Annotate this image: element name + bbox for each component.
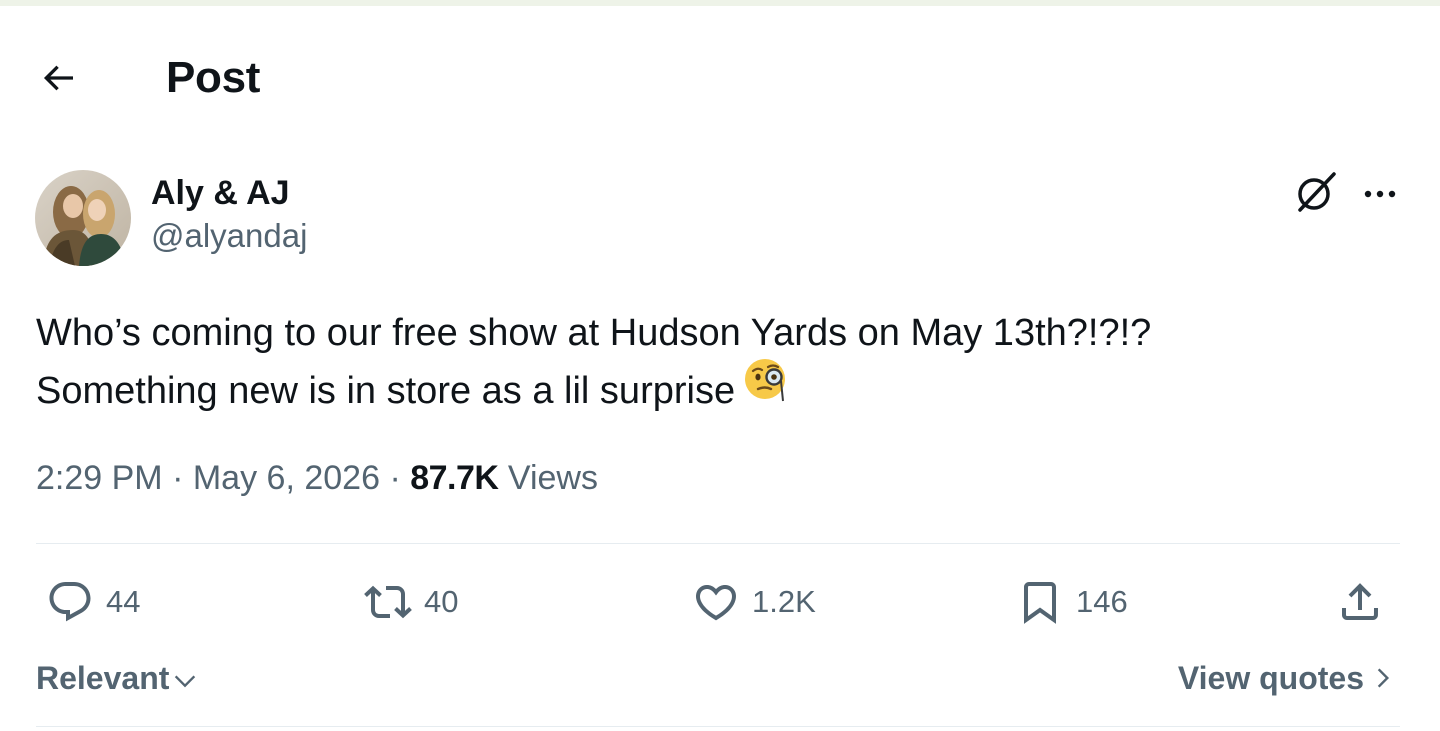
author-handle[interactable]: @alyandaj — [151, 214, 307, 258]
avatar[interactable] — [35, 170, 131, 266]
reply-count: 44 — [106, 584, 141, 619]
repost-button[interactable]: 40 — [364, 574, 458, 630]
back-button[interactable] — [34, 54, 82, 102]
bookmark-count: 146 — [1076, 584, 1128, 619]
post-text: Who’s coming to our free show at Hudson … — [36, 304, 1396, 420]
share-button[interactable] — [1336, 574, 1384, 630]
like-count: 1.2K — [752, 584, 816, 619]
sort-label: Relevant — [36, 660, 170, 696]
page-title: Post — [166, 53, 261, 102]
view-quotes-label: View quotes — [1177, 660, 1364, 696]
grok-icon — [1298, 172, 1336, 212]
face-with-monocle-icon — [743, 355, 791, 420]
meta-separator: · — [389, 459, 401, 497]
heart-icon — [695, 585, 737, 621]
more-options-button[interactable] — [1360, 172, 1400, 212]
divider — [36, 726, 1400, 727]
more-horizontal-icon — [1364, 190, 1396, 198]
arrow-left-icon — [43, 65, 73, 91]
reply-icon — [49, 582, 91, 622]
post-action-bar: 44 40 1.2K 146 — [46, 574, 1396, 630]
post-date[interactable]: May 6, 2026 — [193, 459, 380, 497]
post-text-line-2-text: Something new is in store as a lil surpr… — [36, 370, 736, 412]
views-label: Views — [507, 459, 598, 497]
post-text-line-2: Something new is in store as a lil surpr… — [36, 359, 1396, 420]
divider — [36, 543, 1400, 544]
post-time[interactable]: 2:29 PM — [36, 459, 163, 497]
post-top-actions — [1292, 168, 1400, 216]
reply-button[interactable]: 44 — [46, 574, 140, 630]
bookmark-icon — [1024, 582, 1056, 624]
like-button[interactable]: 1.2K — [692, 574, 816, 630]
chevron-right-icon — [1377, 668, 1390, 688]
repost-icon — [364, 585, 412, 619]
chevron-down-icon — [175, 675, 196, 688]
share-icon — [1342, 583, 1378, 620]
post-text-line-1: Who’s coming to our free show at Hudson … — [36, 312, 1152, 354]
view-quotes-link[interactable]: View quotes — [1178, 652, 1396, 704]
bookmark-button[interactable]: 146 — [1016, 574, 1128, 630]
post-author: Aly & AJ @alyandaj — [151, 172, 307, 258]
replies-controls: Relevant View quotes — [36, 652, 1396, 704]
grok-button[interactable] — [1292, 168, 1340, 216]
post-page: Post Aly & AJ @alyandaj Who’s coming to … — [0, 0, 1440, 731]
repost-count: 40 — [424, 584, 459, 619]
views-count[interactable]: 87.7K — [410, 459, 499, 497]
avatar-photo — [35, 170, 131, 266]
sort-replies-dropdown[interactable]: Relevant — [36, 652, 199, 704]
meta-separator: · — [172, 459, 184, 497]
page-header: Post — [38, 46, 260, 110]
post-meta: 2:29 PM · May 6, 2026 · 87.7K Views — [36, 452, 598, 504]
author-display-name[interactable]: Aly & AJ — [151, 172, 307, 214]
